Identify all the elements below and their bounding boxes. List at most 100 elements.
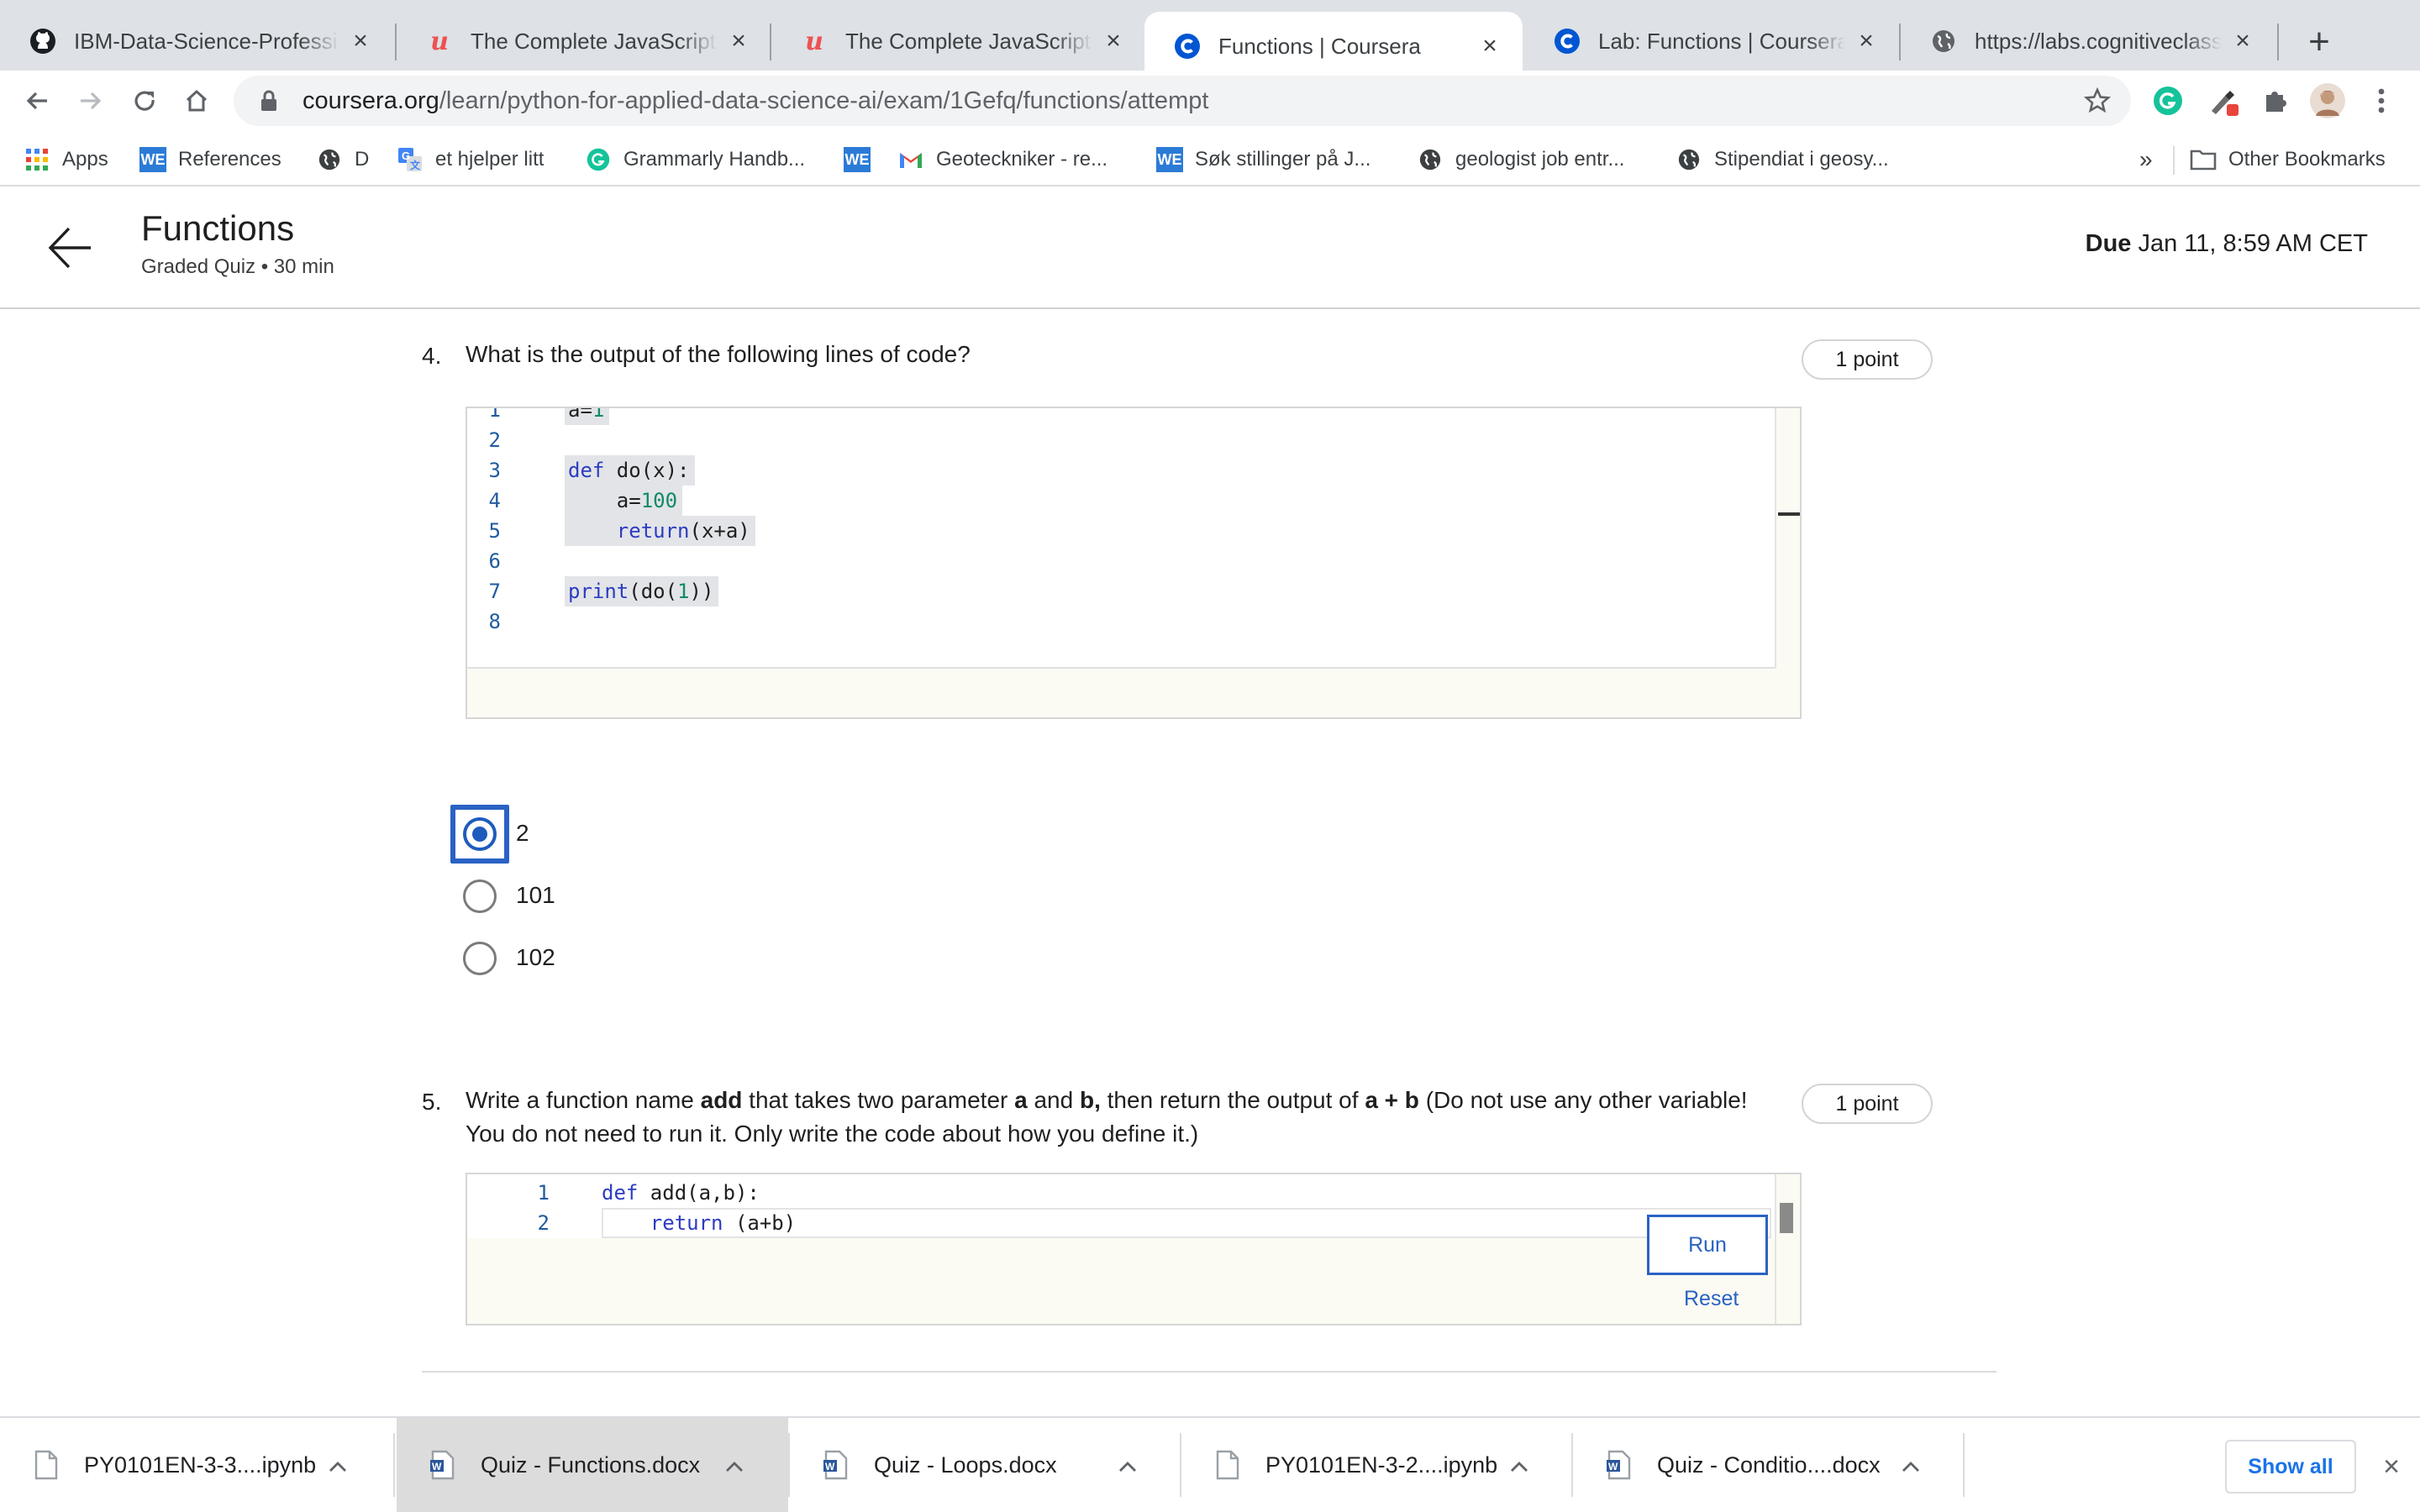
arrow-left-icon [26, 92, 47, 110]
code-lines: 1 def add(a,b): 2 return (a+b) [467, 1178, 1770, 1245]
download-item[interactable]: PY0101EN-3-2....ipynb [1181, 1418, 1573, 1512]
option-label[interactable]: 102 [516, 944, 555, 971]
bookmark-geologist-job[interactable]: geologist job entr... [1417, 144, 1624, 175]
chevron-double-right-icon: » [2139, 146, 2153, 172]
option-label[interactable]: 2 [516, 820, 529, 847]
bookmarks-overflow-button[interactable]: » [2139, 144, 2153, 175]
url-path: /learn/python-for-applied-data-science-a… [439, 87, 1209, 114]
extensions-puzzle-icon[interactable] [2257, 82, 2294, 119]
scrollbar-thumb[interactable] [1780, 1203, 1793, 1233]
tab-close-icon[interactable]: × [348, 27, 373, 55]
grammarly-icon [585, 146, 612, 173]
back-button[interactable] [13, 71, 60, 131]
show-all-downloads-button[interactable]: Show all [2225, 1440, 2356, 1494]
due-date: Due Jan 11, 8:59 AM CET [2086, 230, 2368, 258]
close-icon[interactable]: × [2375, 1440, 2408, 1494]
browser-toolbar: coursera.org/learn/python-for-applied-da… [0, 71, 2420, 131]
url-text: coursera.org/learn/python-for-applied-da… [302, 87, 1208, 115]
code-editor[interactable]: 1 def add(a,b): 2 return (a+b) [466, 1173, 1802, 1326]
file-icon [34, 1450, 58, 1480]
udemy-icon: u [430, 26, 449, 56]
bookmark-references[interactable]: WE References [139, 144, 281, 175]
bookmark-sok-stillinger[interactable]: WE Søk stillinger på J... [1156, 144, 1370, 175]
line-number: 1 [488, 407, 501, 422]
line-number: 4 [488, 489, 501, 512]
svg-text:W: W [1608, 1461, 1618, 1473]
home-button[interactable] [173, 71, 220, 131]
download-name: Quiz - Conditio....docx [1657, 1452, 1881, 1478]
tab-separator [2277, 24, 2279, 60]
due-label: Due [2085, 230, 2132, 257]
browser-tab[interactable]: u The Complete JavaScript Course × [771, 12, 1146, 71]
more-menu-icon[interactable] [2363, 82, 2400, 119]
line-number: 2 [537, 1211, 550, 1235]
code-line: 6 [467, 546, 1770, 576]
bookmark-we[interactable]: WE [844, 144, 882, 175]
bookmark-d[interactable]: D [316, 144, 369, 175]
download-item[interactable]: PY0101EN-3-3....ipynb [0, 1418, 392, 1512]
browser-tab[interactable]: IBM-Data-Science-Professional × [0, 12, 393, 71]
browser-tab[interactable]: Lab: Functions | Coursera × [1524, 12, 1899, 71]
tab-title: IBM-Data-Science-Professional [74, 28, 339, 54]
tab-close-icon[interactable]: × [1101, 27, 1126, 55]
code-text: print(do(1)) [565, 576, 719, 606]
bookmark-stipendiat[interactable]: Stipendiat i geosy... [1676, 144, 1889, 175]
code-scrollbar[interactable] [1775, 408, 1800, 669]
chevron-up-icon[interactable] [1502, 1452, 1536, 1478]
chevron-up-icon[interactable] [1111, 1452, 1144, 1478]
option-radio-102[interactable] [463, 942, 497, 975]
page-title: Functions [141, 208, 295, 248]
bookmark-geoteckniker[interactable]: Geoteckniker - re... [897, 144, 1107, 175]
run-button[interactable]: Run [1647, 1215, 1768, 1275]
tab-close-icon[interactable]: × [726, 27, 751, 55]
line-number: 6 [488, 549, 501, 573]
download-item[interactable]: W Quiz - Conditio....docx [1573, 1418, 1965, 1512]
browser-tab[interactable]: https://labs.cognitiveclass.ai × [1901, 12, 2275, 71]
download-item[interactable]: W Quiz - Functions.docx [397, 1418, 788, 1512]
grammarly-extension-icon[interactable] [2149, 82, 2186, 119]
tab-close-icon[interactable]: × [2230, 27, 2255, 55]
chevron-up-icon[interactable] [321, 1452, 355, 1478]
forward-button[interactable] [67, 71, 114, 131]
tab-title: https://labs.cognitiveclass.ai [1975, 28, 2222, 54]
code-scrollbar[interactable] [1775, 1174, 1800, 1324]
line-number: 3 [488, 459, 501, 482]
download-name: Quiz - Functions.docx [481, 1452, 701, 1478]
bookmark-grammarly[interactable]: Grammarly Handb... [585, 144, 805, 175]
tab-close-icon[interactable]: × [1854, 27, 1879, 55]
bookmark-apps[interactable]: Apps [24, 144, 108, 175]
bookmark-label: Grammarly Handb... [623, 148, 806, 171]
question-text-segment: that takes two parameter [742, 1087, 1015, 1113]
address-bar[interactable]: coursera.org/learn/python-for-applied-da… [234, 76, 2131, 126]
code-text: def do(x): [565, 455, 695, 486]
file-icon [1216, 1450, 1239, 1480]
reset-button[interactable]: Reset [1684, 1287, 1739, 1311]
chevron-up-icon[interactable] [718, 1452, 751, 1478]
profile-avatar[interactable] [2309, 82, 2346, 119]
quiz-header: Functions Graded Quiz • 30 min Due Jan 1… [0, 186, 2420, 309]
we-icon: WE [844, 146, 871, 173]
bookmark-label: Other Bookmarks [2228, 148, 2386, 171]
reload-icon [134, 91, 155, 111]
scrollbar-thumb[interactable] [1778, 512, 1800, 516]
new-tab-button[interactable]: + [2296, 18, 2343, 66]
other-bookmarks-folder[interactable]: Other Bookmarks [2190, 144, 2386, 175]
option-radio-2[interactable] [463, 817, 497, 851]
we-icon: WE [139, 146, 166, 173]
option-radio-101[interactable] [463, 879, 497, 913]
back-arrow-icon[interactable] [47, 220, 92, 276]
bookmark-label: D [355, 148, 370, 171]
line-number: 5 [488, 519, 501, 543]
code-viewer[interactable]: 1 a=1 2 3 def do(x): 4 a=100 5 return(x+a) 6 7 pr… [466, 407, 1802, 719]
option-label[interactable]: 101 [516, 882, 555, 909]
tab-close-icon[interactable]: × [1477, 32, 1502, 60]
color-picker-extension-icon[interactable] [2205, 82, 2242, 119]
reload-button[interactable] [121, 71, 168, 131]
code-text: return (a+b) [650, 1211, 797, 1235]
bookmark-star-icon[interactable] [2084, 87, 2111, 114]
bookmark-et-hjelper-litt[interactable]: G文 et hjelper litt [397, 144, 544, 175]
chevron-up-icon[interactable] [1894, 1452, 1928, 1478]
browser-tab[interactable]: u The Complete JavaScript Course × [397, 12, 771, 71]
download-item[interactable]: W Quiz - Loops.docx [790, 1418, 1181, 1512]
code-line: 3 def do(x): [467, 455, 1770, 486]
